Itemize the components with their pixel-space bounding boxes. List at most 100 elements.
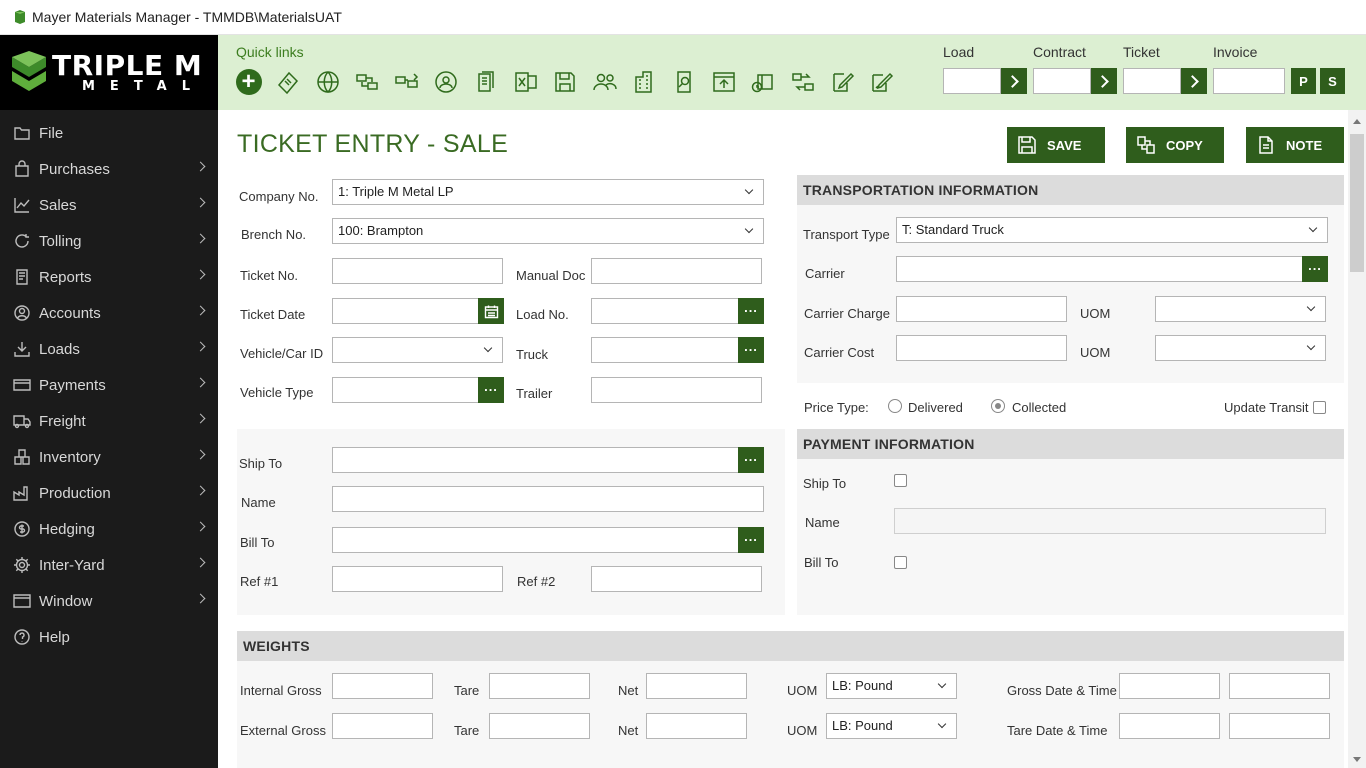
- users-icon[interactable]: [591, 68, 618, 95]
- ref2-input[interactable]: [591, 566, 762, 592]
- sidebar-item-payments[interactable]: Payments: [0, 367, 218, 403]
- book-clock-icon[interactable]: [750, 68, 777, 95]
- ticket-no-input[interactable]: [332, 258, 503, 284]
- sidebar-item-loads[interactable]: Loads: [0, 331, 218, 367]
- payment-bill-to-checkbox[interactable]: [894, 556, 907, 569]
- carrier-cost-input[interactable]: [896, 335, 1067, 361]
- ticket-date-input[interactable]: [332, 298, 479, 324]
- ticket-icon[interactable]: [275, 68, 302, 95]
- chevron-right-icon: [195, 341, 206, 352]
- scroll-thumb[interactable]: [1350, 134, 1364, 272]
- delivered-radio[interactable]: [888, 399, 902, 413]
- tare-date-input[interactable]: [1119, 713, 1220, 739]
- note-button[interactable]: NOTE: [1246, 127, 1344, 163]
- load-no-input[interactable]: [591, 298, 739, 324]
- gross-time-input[interactable]: [1229, 673, 1330, 699]
- vehicle-id-select[interactable]: [332, 337, 503, 363]
- ticket-lookup-go-button[interactable]: [1181, 68, 1207, 94]
- sidebar-item-sales[interactable]: Sales: [0, 187, 218, 223]
- sidebar-item-hedging[interactable]: Hedging: [0, 511, 218, 547]
- ship-to-input[interactable]: [332, 447, 739, 473]
- load-lookup-go-button[interactable]: [1001, 68, 1027, 94]
- invoice-lookup-input[interactable]: [1213, 68, 1285, 94]
- sidebar-item-inter-yard[interactable]: Inter-Yard: [0, 547, 218, 583]
- sign-icon[interactable]: [869, 68, 896, 95]
- truck-input[interactable]: [591, 337, 739, 363]
- sidebar-item-reports[interactable]: Reports: [0, 259, 218, 295]
- manual-doc-input[interactable]: [591, 258, 762, 284]
- sidebar-item-tolling[interactable]: Tolling: [0, 223, 218, 259]
- bill-to-input[interactable]: [332, 527, 739, 553]
- update-transit-checkbox[interactable]: [1313, 401, 1326, 414]
- excel-icon[interactable]: [512, 68, 539, 95]
- truck-lookup-button[interactable]: ...: [738, 337, 764, 363]
- uom-cost-select[interactable]: [1155, 335, 1326, 361]
- sidebar-item-production[interactable]: Production: [0, 475, 218, 511]
- internal-uom-select[interactable]: LB: Pound: [826, 673, 957, 699]
- carrier-lookup-button[interactable]: ...: [1302, 256, 1328, 282]
- exchange-icon[interactable]: [789, 68, 816, 95]
- external-tare-input[interactable]: [489, 713, 590, 739]
- sidebar-item-freight[interactable]: Freight: [0, 403, 218, 439]
- copy-button[interactable]: COPY: [1126, 127, 1224, 163]
- payment-name-input[interactable]: [894, 508, 1326, 534]
- collected-radio[interactable]: [991, 399, 1005, 413]
- uom-charge-select[interactable]: [1155, 296, 1326, 322]
- save-disk-icon[interactable]: [552, 68, 579, 95]
- calendar-button[interactable]: [478, 298, 504, 324]
- edit-document-icon[interactable]: [829, 68, 856, 95]
- building-icon[interactable]: [631, 68, 658, 95]
- name-input[interactable]: [332, 486, 764, 512]
- scroll-up-icon[interactable]: [1353, 119, 1361, 124]
- carrier-charge-input[interactable]: [896, 296, 1067, 322]
- company-select[interactable]: 1: Triple M Metal LP: [332, 179, 764, 205]
- sidebar-item-inventory[interactable]: Inventory: [0, 439, 218, 475]
- globe-icon[interactable]: [314, 68, 341, 95]
- ref1-input[interactable]: [332, 566, 503, 592]
- contract-lookup-input[interactable]: [1033, 68, 1091, 94]
- contract-lookup-go-button[interactable]: [1091, 68, 1117, 94]
- main-scrollbar[interactable]: [1348, 110, 1366, 768]
- s-button[interactable]: S: [1320, 68, 1345, 94]
- inventory-icon: [14, 449, 30, 465]
- scroll-down-icon[interactable]: [1353, 757, 1361, 762]
- gross-date-input[interactable]: [1119, 673, 1220, 699]
- internal-gross-input[interactable]: [332, 673, 433, 699]
- vehicle-type-lookup-button[interactable]: ...: [478, 377, 504, 403]
- add-icon[interactable]: +: [235, 68, 262, 95]
- payment-ship-to-checkbox[interactable]: [894, 474, 907, 487]
- chevron-right-icon: [195, 593, 206, 604]
- ticket-lookup-input[interactable]: [1123, 68, 1181, 94]
- external-gross-input[interactable]: [332, 713, 433, 739]
- chevron-right-icon: [195, 557, 206, 568]
- internal-tare-input[interactable]: [489, 673, 590, 699]
- sidebar-item-accounts[interactable]: Accounts: [0, 295, 218, 331]
- trailer-input[interactable]: [591, 377, 762, 403]
- p-button[interactable]: P: [1291, 68, 1316, 94]
- tare-time-input[interactable]: [1229, 713, 1330, 739]
- carrier-input[interactable]: [896, 256, 1303, 282]
- search-document-icon[interactable]: [671, 68, 698, 95]
- external-uom-select[interactable]: LB: Pound: [826, 713, 957, 739]
- load-lookup-input[interactable]: [943, 68, 1001, 94]
- transport-type-select[interactable]: T: Standard Truck: [896, 217, 1328, 243]
- bill-to-lookup-button[interactable]: ...: [738, 527, 764, 553]
- internal-net-input[interactable]: [646, 673, 747, 699]
- user-refresh-icon[interactable]: [433, 68, 460, 95]
- sidebar-item-window[interactable]: Window: [0, 583, 218, 619]
- save-button[interactable]: SAVE: [1007, 127, 1105, 163]
- load-no-lookup-button[interactable]: ...: [738, 298, 764, 324]
- documents-icon[interactable]: [473, 68, 500, 95]
- vehicle-type-input[interactable]: [332, 377, 479, 403]
- truck-icon: [13, 415, 31, 429]
- branch-select[interactable]: 100: Brampton: [332, 218, 764, 244]
- transfer-icon[interactable]: [354, 68, 381, 95]
- sidebar-item-help[interactable]: Help: [0, 619, 218, 655]
- sidebar-item-file[interactable]: File: [0, 115, 218, 151]
- internal-tare-label: Tare: [454, 683, 480, 698]
- sidebar-item-purchases[interactable]: Purchases: [0, 151, 218, 187]
- external-net-input[interactable]: [646, 713, 747, 739]
- swap-icon[interactable]: [393, 68, 420, 95]
- ship-to-lookup-button[interactable]: ...: [738, 447, 764, 473]
- upload-window-icon[interactable]: [710, 68, 737, 95]
